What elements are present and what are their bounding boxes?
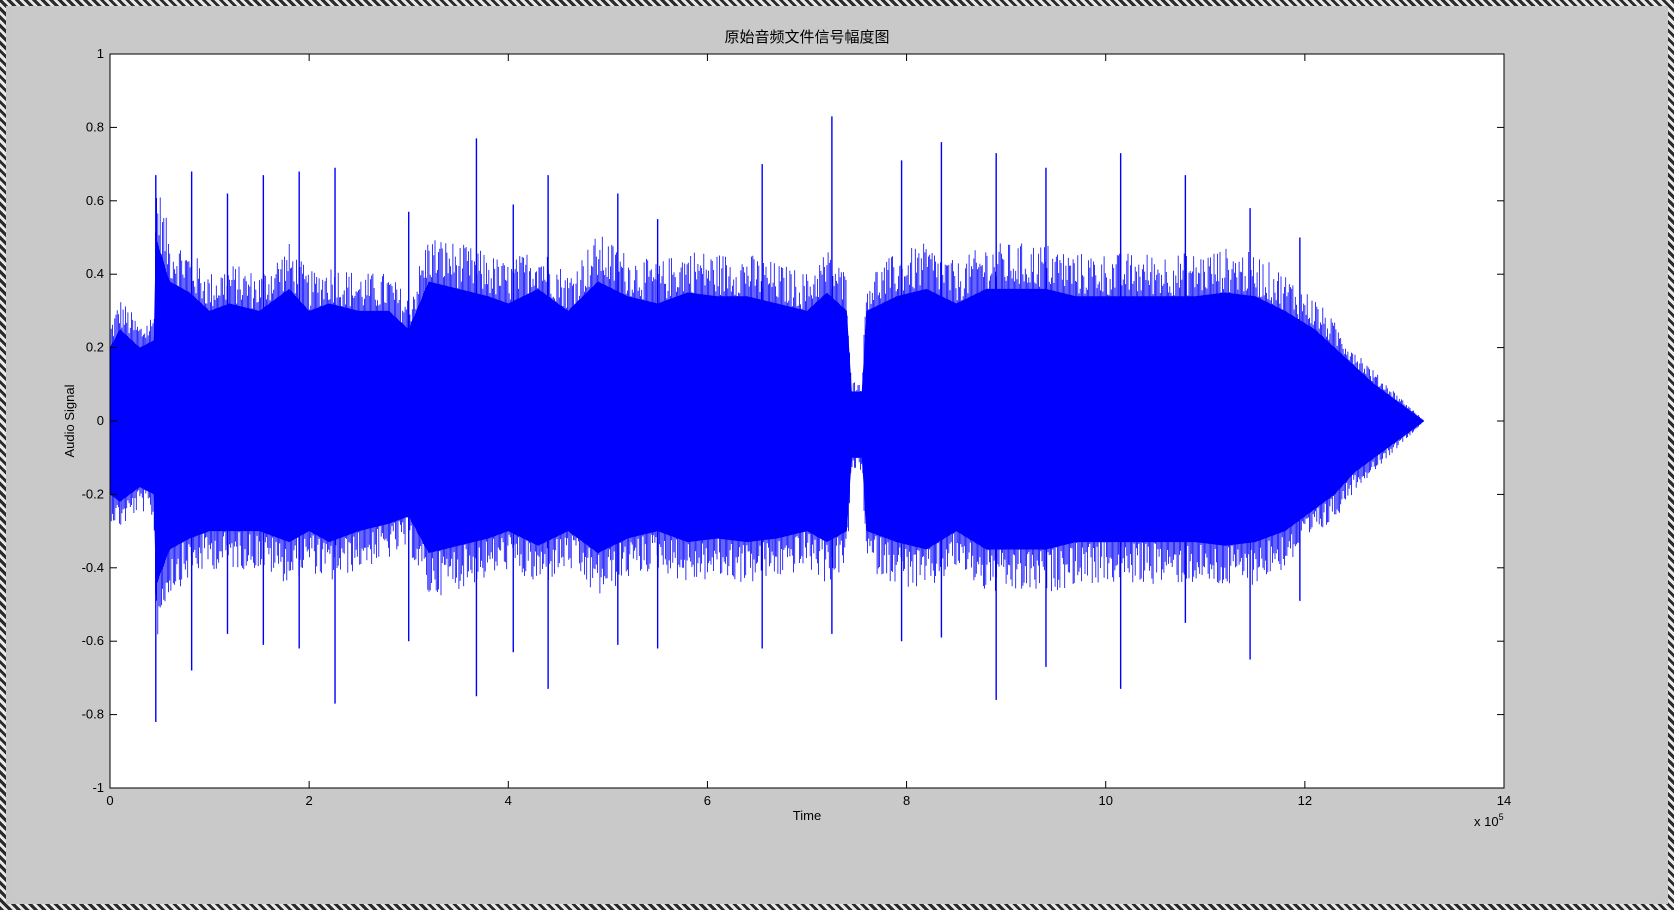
y-tick-label: 0.4 <box>86 266 104 281</box>
x-tick-label: 4 <box>505 793 512 808</box>
y-tick-label: -0.4 <box>82 560 104 575</box>
x-axis-exponent: x 105 <box>1474 812 1504 829</box>
x-exponent-base: x 10 <box>1474 814 1499 829</box>
y-tick-label: -0.6 <box>82 633 104 648</box>
y-tick-label: 0.6 <box>86 193 104 208</box>
y-tick-label: -1 <box>92 780 104 795</box>
y-tick-label: 0.2 <box>86 340 104 355</box>
x-tick-label: 12 <box>1298 793 1312 808</box>
y-tick-label: -0.8 <box>82 707 104 722</box>
x-tick-label: 8 <box>903 793 910 808</box>
x-tick-label: 10 <box>1098 793 1112 808</box>
y-tick-label: 0 <box>97 413 104 428</box>
y-tick-label: 0.8 <box>86 119 104 134</box>
x-axis-label: Time <box>793 808 821 823</box>
x-tick-label: 0 <box>106 793 113 808</box>
waveform-chart: 0 2 4 6 8 10 12 14 -1 -0.8 -0.6 -0.4 -0.2 0 0.2 0.4 0.6 0… <box>62 29 1511 829</box>
y-tick-label: 1 <box>97 46 104 61</box>
y-axis-label: Audio Signal <box>62 384 77 457</box>
y-tick-label: -0.2 <box>82 486 104 501</box>
x-tick-label: 2 <box>306 793 313 808</box>
figure-window: 0 2 4 6 8 10 12 14 -1 -0.8 -0.6 -0.4 -0.2 0 0.2 0.4 0.6 0… <box>12 6 1662 898</box>
x-tick-label: 14 <box>1497 793 1511 808</box>
chart-title: 原始音频文件信号幅度图 <box>724 29 889 46</box>
x-exponent-power: 5 <box>1499 812 1504 822</box>
x-tick-label: 6 <box>704 793 711 808</box>
